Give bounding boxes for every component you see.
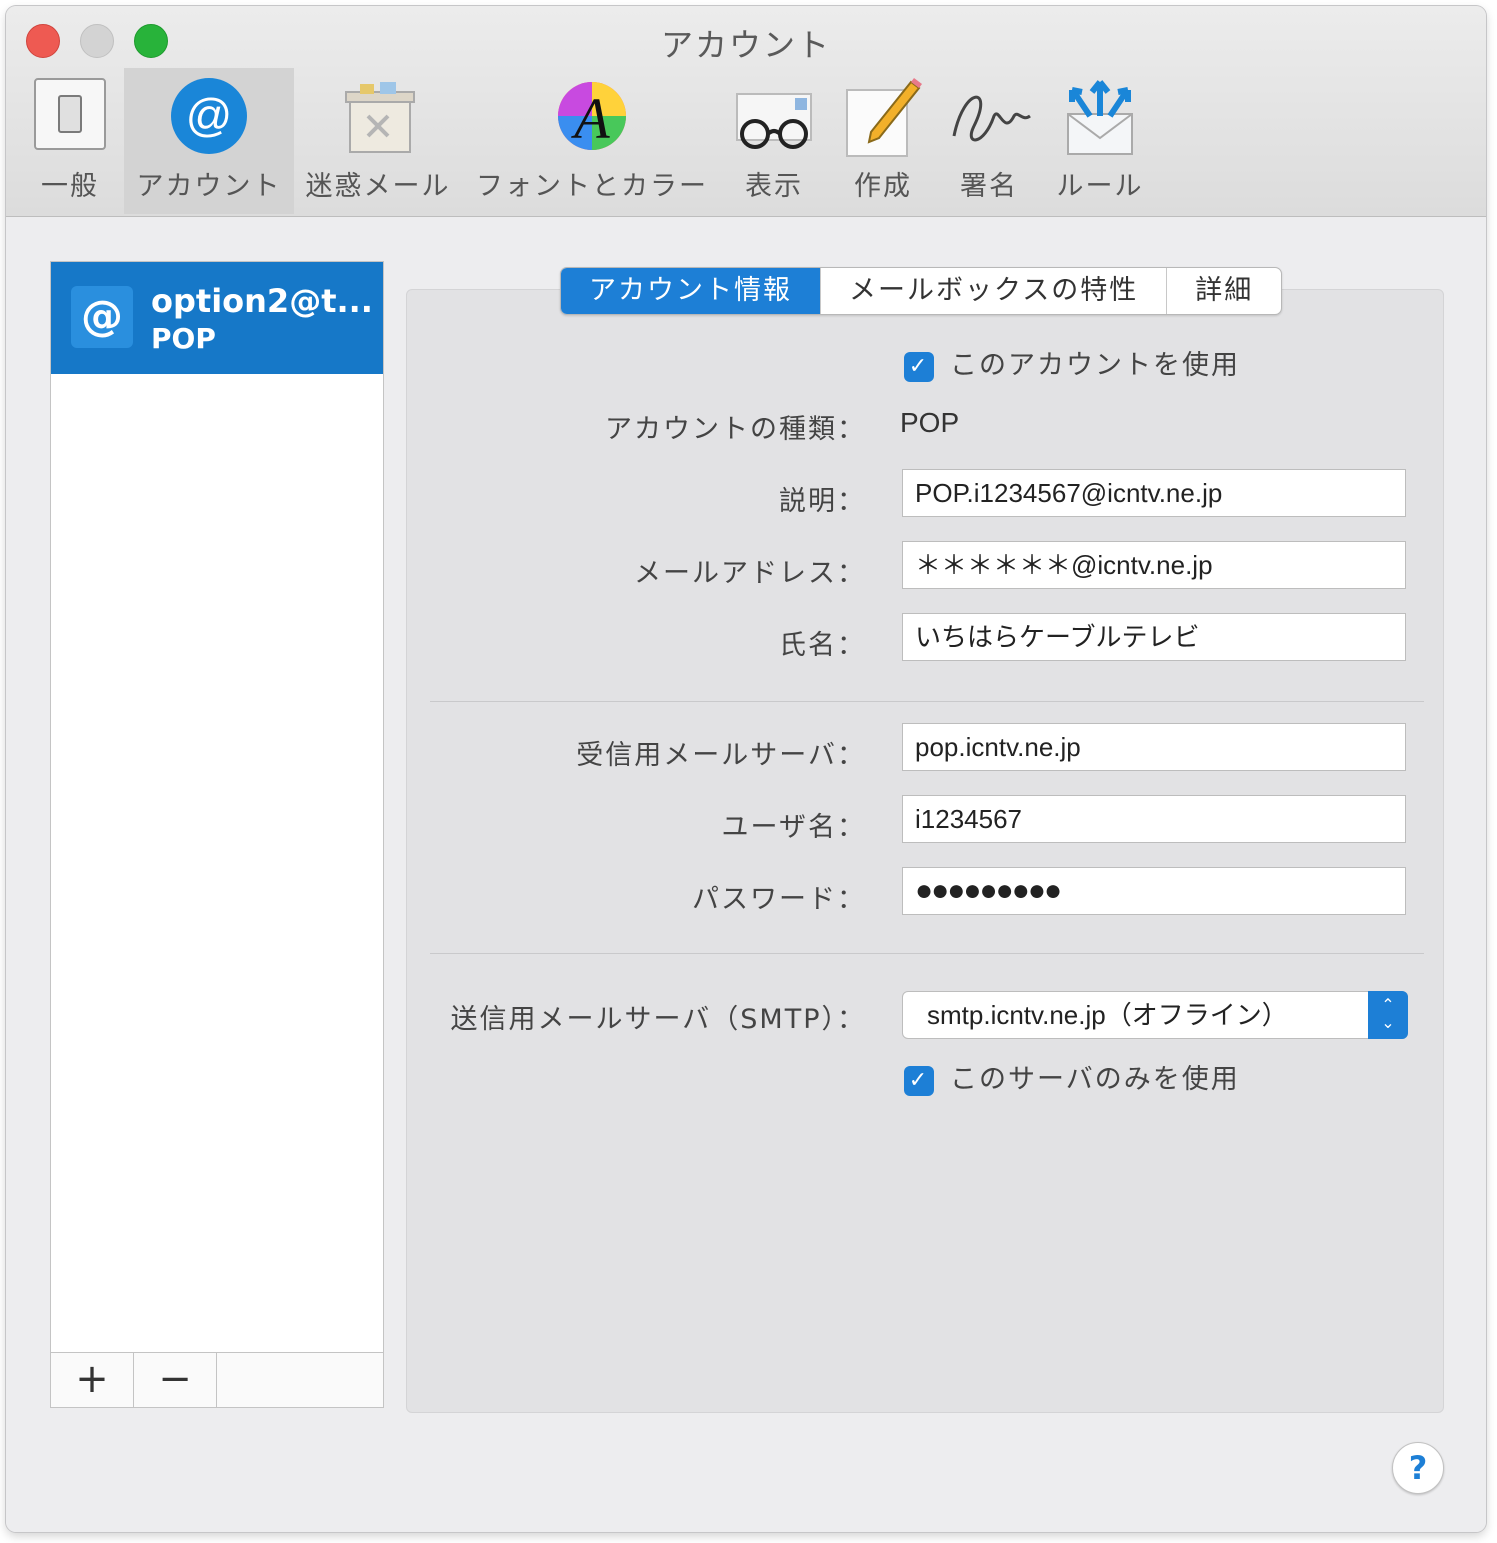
toolbar-signatures-label: 署名: [960, 171, 1018, 202]
toolbar-fonts-colors[interactable]: A フォントとカラー: [472, 68, 712, 214]
description-field[interactable]: POP.i1234567@icntv.ne.jp: [902, 469, 1406, 517]
full-name-field[interactable]: いちはらケーブルテレビ: [902, 613, 1406, 661]
pencil-note-icon: [841, 76, 925, 162]
smtp-server-select[interactable]: smtp.icntv.ne.jp（オフライン） ⌃ ⌄: [902, 991, 1408, 1039]
remove-account-button[interactable]: −: [134, 1353, 217, 1407]
account-at-icon: @: [71, 286, 133, 348]
add-account-button[interactable]: +: [51, 1353, 134, 1407]
toolbar-composing[interactable]: 作成: [836, 68, 930, 214]
account-type-value: POP: [900, 407, 960, 438]
toolbar-viewing[interactable]: 表示: [722, 68, 826, 214]
toolbar-viewing-label: 表示: [745, 171, 803, 202]
junk-bin-icon: [338, 76, 418, 160]
tab-advanced[interactable]: 詳細: [1167, 268, 1281, 314]
svg-text:A: A: [570, 86, 610, 151]
svg-text:@: @: [186, 89, 233, 141]
use-account-checkbox[interactable]: ✓ このアカウントを使用: [904, 343, 1240, 382]
glasses-icon: [731, 76, 817, 160]
tab-account-info[interactable]: アカウント情報: [561, 268, 821, 314]
incoming-server-label: 受信用メールサーバ：: [576, 740, 866, 771]
toolbar-composing-label: 作成: [854, 171, 912, 202]
account-detail-panel: [406, 289, 1444, 1413]
toolbar-general-label: 一般: [41, 171, 99, 202]
toolbar-junk-label: 迷惑メール: [305, 171, 451, 202]
password-label: パスワード：: [692, 884, 866, 915]
stepper-arrows-icon: ⌃ ⌄: [1368, 991, 1408, 1039]
window-title: アカウント: [660, 26, 831, 64]
username-field[interactable]: i1234567: [902, 795, 1406, 843]
full-name-label: 氏名：: [779, 630, 866, 661]
signature-icon: [944, 76, 1034, 160]
checkmark-icon: ✓: [904, 351, 934, 382]
at-sign-icon: @: [169, 76, 249, 160]
password-field[interactable]: ●●●●●●●●●: [902, 867, 1406, 915]
toolbar-fonts-colors-label: フォントとカラー: [476, 171, 708, 202]
description-label: 説明：: [779, 486, 866, 517]
account-tabs: アカウント情報 メールボックスの特性 詳細: [560, 267, 1283, 315]
email-field[interactable]: ＊＊＊＊＊＊@icntv.ne.jp: [902, 541, 1406, 589]
toolbar-rules[interactable]: ルール: [1048, 68, 1152, 214]
preferences-window: アカウント 一般 @ アカウント 迷惑メール A フォントとカラー 表示 作成 …: [6, 6, 1486, 1532]
toolbar-accounts[interactable]: @ アカウント: [124, 68, 294, 214]
titlebar-toolbar: アカウント 一般 @ アカウント 迷惑メール A フォントとカラー 表示 作成 …: [6, 6, 1486, 217]
rules-envelope-icon: [1060, 76, 1140, 162]
toolbar-rules-label: ルール: [1056, 171, 1144, 202]
tab-mailbox-behaviors[interactable]: メールボックスの特性: [821, 268, 1168, 314]
help-button[interactable]: ?: [1392, 1442, 1444, 1494]
toolbar-general[interactable]: 一般: [20, 68, 120, 214]
account-type-label: アカウントの種類：: [605, 414, 866, 445]
accounts-pane: @ option2@t... POP + − アカウント情報 メールボックスの特…: [6, 217, 1486, 1532]
divider: [430, 701, 1424, 702]
toolbar-accounts-label: アカウント: [136, 171, 282, 202]
toolbar-junk[interactable]: 迷惑メール: [298, 68, 458, 214]
divider: [430, 953, 1424, 954]
checkmark-icon: ✓: [904, 1065, 934, 1096]
toolbar-signatures[interactable]: 署名: [938, 68, 1040, 214]
account-type-label: POP: [151, 322, 216, 355]
username-label: ユーザ名：: [721, 812, 866, 843]
font-color-icon: A: [552, 76, 632, 160]
only-this-server-label: このサーバのみを使用: [950, 1064, 1240, 1095]
account-name: option2@t...: [151, 282, 373, 320]
email-label: メールアドレス：: [634, 558, 866, 589]
only-this-server-checkbox[interactable]: ✓ このサーバのみを使用: [904, 1057, 1240, 1096]
general-switch-icon: [32, 76, 108, 156]
account-list-buttons: + −: [51, 1352, 383, 1407]
smtp-server-value: smtp.icntv.ne.jp（オフライン）: [927, 1000, 1288, 1030]
use-account-label: このアカウントを使用: [950, 350, 1240, 381]
incoming-server-field[interactable]: pop.icntv.ne.jp: [902, 723, 1406, 771]
smtp-server-label: 送信用メールサーバ（SMTP）：: [450, 1004, 866, 1035]
account-list: @ option2@t... POP + −: [50, 261, 384, 1408]
account-list-item[interactable]: @ option2@t... POP: [51, 262, 383, 374]
